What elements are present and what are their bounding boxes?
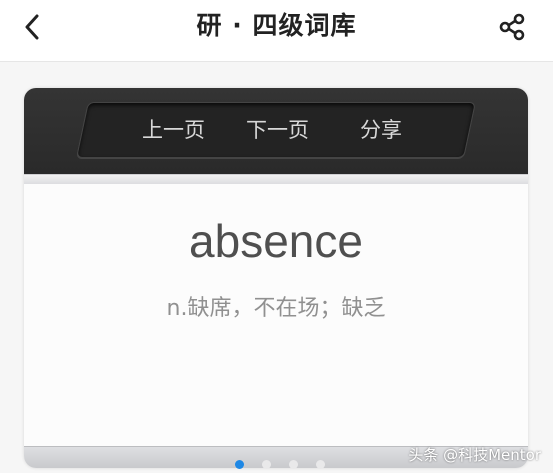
- vocabulary-word: absence: [189, 215, 363, 267]
- page-dot[interactable]: [289, 460, 298, 469]
- page-dot[interactable]: [262, 460, 271, 469]
- page-title: 研 · 四级词库: [196, 11, 357, 40]
- word-definition: n.缺席，不在场；缺乏: [166, 296, 386, 321]
- page-dot[interactable]: [235, 460, 244, 469]
- card-header-rim: [24, 174, 528, 184]
- page-dot[interactable]: [316, 460, 325, 469]
- share-icon: [499, 13, 525, 41]
- word-area: absence n.缺席，不在场；缺乏: [24, 184, 528, 446]
- card-share-button[interactable]: 分享: [360, 115, 402, 145]
- watermark: 头条 @科技Mentor: [408, 446, 541, 464]
- navigation-bar: 研 · 四级词库: [0, 0, 553, 62]
- card-header: 上一页 下一页 分享: [24, 88, 528, 174]
- previous-page-button[interactable]: 上一页: [142, 115, 205, 145]
- next-page-button[interactable]: 下一页: [246, 115, 309, 145]
- word-card: 上一页 下一页 分享 absence n.缺席，不在场；缺乏: [24, 88, 528, 468]
- share-button[interactable]: [495, 10, 529, 44]
